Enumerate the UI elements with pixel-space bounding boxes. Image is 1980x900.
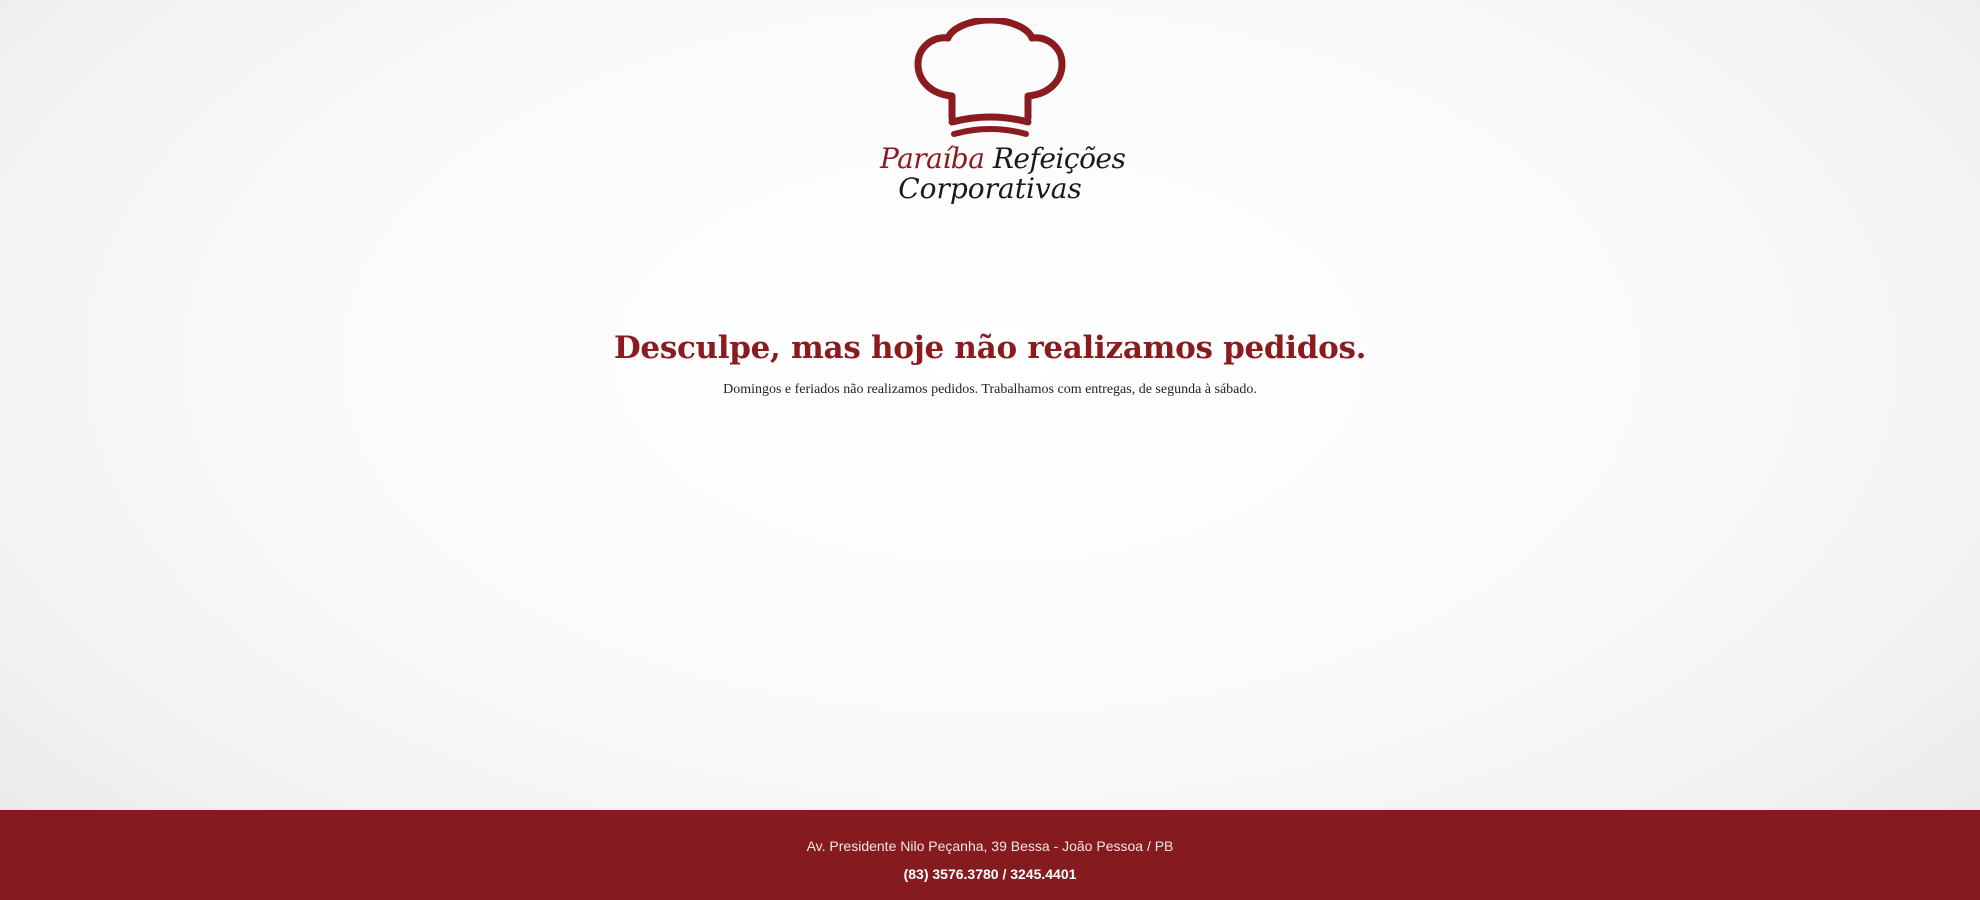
logo-word-corporativas: Corporativas [898,172,1082,205]
chef-hat-icon [914,18,1066,137]
page-title: Desculpe, mas hoje não realizamos pedido… [613,330,1367,366]
footer-phone: (83) 3576.3780 / 3245.4401 [903,866,1077,882]
logo-word-paraiba: Paraíba [880,142,985,175]
logo-line-1: Paraíba Refeições [880,142,1126,175]
footer: Av. Presidente Nilo Peçanha, 39 Bessa - … [0,810,1980,900]
logo-word-refeicoes: Refeições [992,142,1126,175]
logo[interactable]: Paraíba Refeições Corporativas [880,18,1126,218]
closed-message: Desculpe, mas hoje não realizamos pedido… [0,330,1980,398]
footer-address: Av. Presidente Nilo Peçanha, 39 Bessa - … [806,838,1174,854]
page-content: Paraíba Refeições Corporativas Desculpe,… [0,0,1980,810]
page-subtitle: Domingos e feriados não realizamos pedid… [723,382,1257,397]
logo-wordmark: Paraíba Refeições Corporativas [880,142,1126,205]
